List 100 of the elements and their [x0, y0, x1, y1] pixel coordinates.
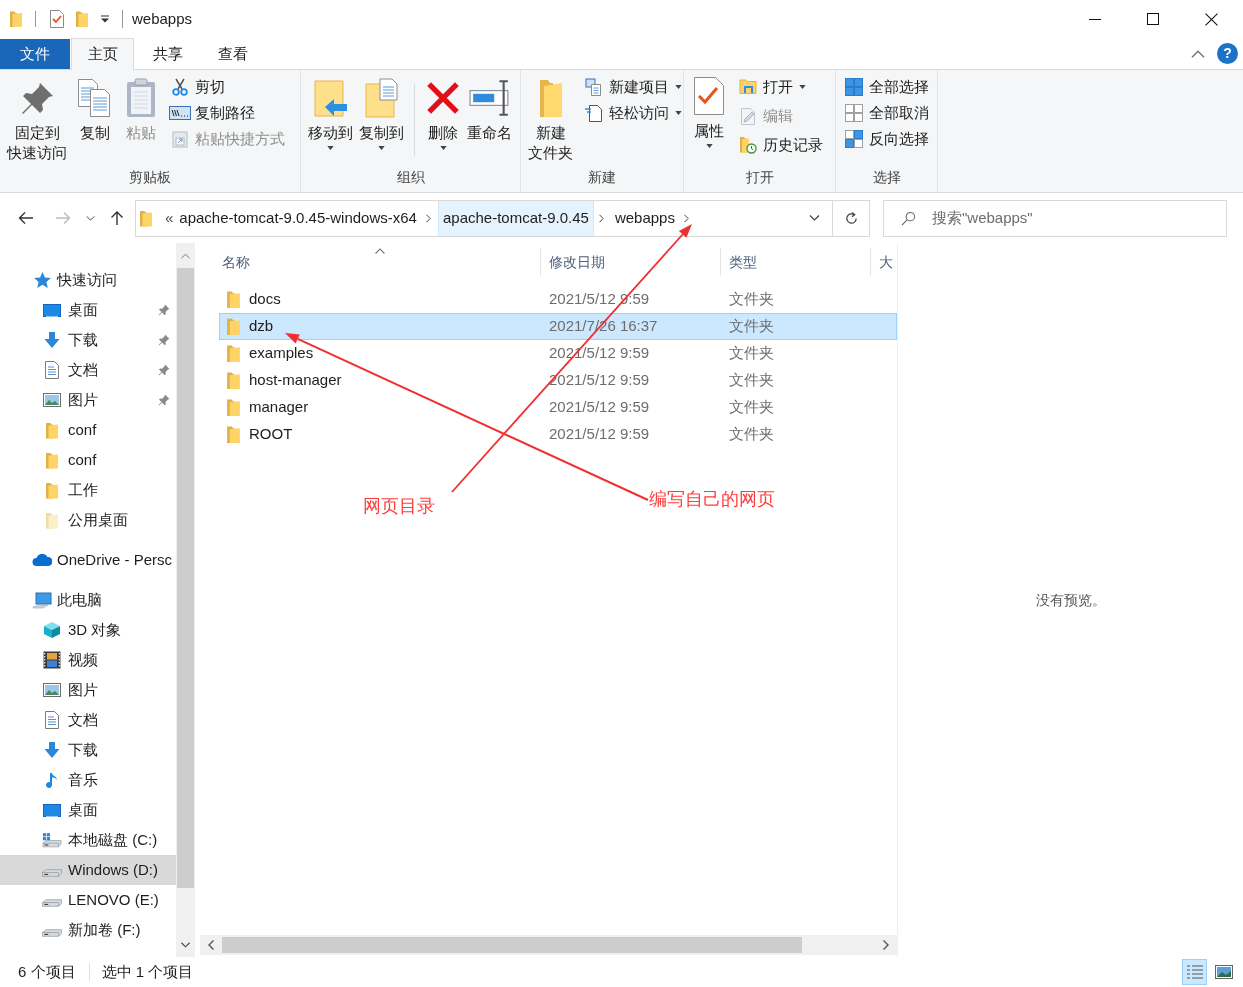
- invert-selection-icon: [845, 130, 863, 148]
- ribbon-button[interactable]: 历史记录: [735, 130, 825, 159]
- nav-pane-item[interactable]: 下载: [0, 735, 176, 765]
- search-field[interactable]: 搜索"webapps": [883, 199, 1227, 237]
- column-header[interactable]: 类型: [720, 248, 870, 276]
- nav-pane-item[interactable]: conf: [0, 445, 176, 475]
- folder-icon: [76, 10, 88, 28]
- cube-icon: [44, 622, 60, 638]
- scrollbar-thumb[interactable]: [222, 937, 802, 953]
- breadcrumb[interactable]: apache-tomcat-9.0.45: [437, 200, 594, 236]
- scissors-icon: [171, 78, 189, 96]
- breadcrumb[interactable]: apache-tomcat-9.0.45-windows-x64: [175, 200, 421, 236]
- ribbon-button[interactable]: 复制路径: [167, 100, 287, 126]
- nav-pane-item[interactable]: LENOVO (E:): [0, 885, 176, 915]
- ribbon-button[interactable]: 复制: [75, 74, 115, 143]
- nav-pane-item[interactable]: 工作: [0, 475, 176, 505]
- file-type: 文件夹: [728, 370, 774, 391]
- folder-icon: [227, 345, 240, 362]
- address-bar[interactable]: « apache-tomcat-9.0.45-windows-x64 apache-tomcat-9.0.45 webapps: [135, 199, 870, 237]
- nav-pane-item[interactable]: OneDrive - Persc: [0, 545, 176, 575]
- ribbon-button[interactable]: 新建项目: [581, 74, 684, 100]
- nav-pane-item[interactable]: 本地磁盘 (C:): [0, 825, 176, 855]
- file-name: examples: [249, 343, 314, 364]
- annotation-label: 网页目录: [363, 495, 435, 517]
- nav-pane-item[interactable]: Windows (D:): [0, 855, 176, 885]
- nav-pane-item[interactable]: 桌面: [0, 295, 176, 325]
- breadcrumb[interactable]: webapps: [610, 200, 679, 236]
- folder-icon: [46, 451, 58, 469]
- scrollbar-thumb[interactable]: [177, 268, 194, 888]
- chevron-down-icon: [808, 215, 820, 221]
- ribbon-button[interactable]: 全部选择: [841, 74, 931, 100]
- drive-icon: [42, 869, 62, 877]
- column-header[interactable]: 名称: [219, 248, 540, 276]
- new-item-icon: [585, 78, 603, 96]
- folder-window-icon: [739, 79, 757, 94]
- selection-count: 选中 1 个项目: [101, 961, 194, 982]
- ribbon-button[interactable]: 固定到 快速访问: [5, 74, 69, 163]
- delete-x-icon: [427, 82, 459, 114]
- forward-arrow-icon: [55, 211, 71, 225]
- folder-icon: [227, 291, 240, 308]
- group-label: 新建: [588, 168, 616, 187]
- column-header[interactable]: 大: [870, 248, 897, 276]
- nav-pane-item[interactable]: 文档: [0, 355, 176, 385]
- column-header[interactable]: 修改日期: [540, 248, 720, 276]
- music-note-icon: [46, 772, 58, 788]
- ribbon-button[interactable]: 全部取消: [841, 100, 931, 126]
- ribbon-button[interactable]: 新建 文件夹: [526, 74, 575, 163]
- select-all-icon: [845, 78, 863, 96]
- folder-arrow-icon: [312, 78, 349, 118]
- overflow-mark[interactable]: «: [165, 206, 174, 230]
- ribbon-tab[interactable]: 共享: [136, 39, 199, 69]
- nav-pane-item[interactable]: conf: [0, 415, 176, 445]
- nav-pane-item[interactable]: 音乐: [0, 765, 176, 795]
- nav-pane-item[interactable]: 3D 对象: [0, 615, 176, 645]
- ribbon-button[interactable]: 反向选择: [841, 126, 931, 152]
- folder-icon: [46, 511, 58, 529]
- ribbon-button[interactable]: 复制到: [357, 74, 406, 150]
- ribbon-button[interactable]: 轻松访问: [581, 100, 684, 126]
- file-row[interactable]: ROOT 2021/5/12 9:59 文件夹: [219, 421, 897, 448]
- nav-pane-item[interactable]: 图片: [0, 675, 176, 705]
- chevron-right-icon: [683, 213, 689, 223]
- group-label: 打开: [745, 168, 774, 187]
- nav-pane-item[interactable]: 此电脑: [0, 585, 176, 615]
- file-type: 文件夹: [728, 316, 774, 337]
- ribbon-tab[interactable]: 查看: [201, 39, 264, 69]
- ribbon-button[interactable]: 剪切: [167, 74, 287, 100]
- ribbon-button[interactable]: 重命名: [465, 74, 514, 143]
- rename-icon: [468, 79, 511, 117]
- preview-message: 没有预览。: [1035, 590, 1106, 610]
- nav-pane-item[interactable]: 快速访问: [0, 265, 176, 295]
- nav-pane-item[interactable]: 公用桌面: [0, 505, 176, 535]
- annotation-label: 编写自己的网页: [649, 488, 775, 510]
- file-name: ROOT: [249, 424, 293, 445]
- desktop-icon: [43, 303, 61, 317]
- file-name: manager: [249, 397, 309, 418]
- help-button[interactable]: ?: [1217, 43, 1238, 64]
- folder-icon: [46, 481, 58, 499]
- folder-icon: [538, 78, 563, 118]
- nav-pane-item[interactable]: 桌面: [0, 795, 176, 825]
- nav-pane-item[interactable]: 文档: [0, 705, 176, 735]
- star-icon: [33, 272, 51, 288]
- file-type: 文件夹: [728, 289, 774, 310]
- nav-pane-item[interactable]: 新加卷 (F:): [0, 915, 176, 945]
- search-icon: [901, 210, 916, 226]
- ribbon-button[interactable]: 删除: [423, 74, 463, 150]
- file-row[interactable]: manager 2021/5/12 9:59 文件夹: [219, 394, 897, 421]
- group-label: 组织: [396, 168, 425, 187]
- nav-pane-item[interactable]: 图片: [0, 385, 176, 415]
- ribbon-button[interactable]: 打开: [735, 72, 825, 101]
- nav-pane-item[interactable]: 下载: [0, 325, 176, 355]
- folder-icon: [46, 421, 58, 439]
- file-tab[interactable]: 文件: [0, 39, 70, 69]
- download-arrow-icon: [44, 742, 60, 758]
- refresh-icon: [843, 210, 859, 226]
- scroll-right-icon: [883, 940, 889, 950]
- folder-icon: [227, 318, 240, 335]
- ribbon-tab[interactable]: 主页: [71, 38, 134, 70]
- ribbon-button[interactable]: 属性: [689, 72, 729, 148]
- ribbon-button[interactable]: 移动到: [306, 74, 355, 150]
- nav-pane-item[interactable]: 视频: [0, 645, 176, 675]
